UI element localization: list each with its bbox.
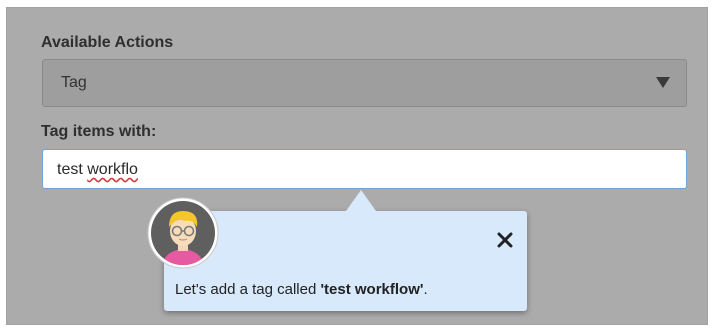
tooltip-pointer	[346, 190, 376, 211]
available-actions-label: Available Actions	[41, 34, 174, 51]
guide-avatar-icon	[147, 197, 219, 269]
tooltip-message-suffix: .	[423, 281, 428, 298]
tag-input-text: test workflo	[57, 161, 138, 179]
page: Available Actions Tag Tag items with: te…	[0, 0, 713, 328]
tag-input-text-start: test	[57, 161, 88, 178]
tooltip-message-prefix: Let's add a tag called	[175, 281, 321, 298]
tag-items-input[interactable]: test workflo	[42, 149, 687, 189]
tag-items-label: Tag items with:	[41, 123, 157, 140]
tooltip-message: Let's add a tag called 'test workflow'.	[175, 281, 428, 298]
dropdown-arrow-icon	[656, 77, 670, 88]
close-icon[interactable]	[496, 231, 514, 249]
tooltip-message-highlight: 'test workflow'	[320, 281, 424, 298]
tag-input-text-misspelled: workflo	[87, 161, 138, 178]
available-actions-select[interactable]: Tag	[42, 59, 687, 107]
selected-action-value: Tag	[61, 74, 87, 91]
